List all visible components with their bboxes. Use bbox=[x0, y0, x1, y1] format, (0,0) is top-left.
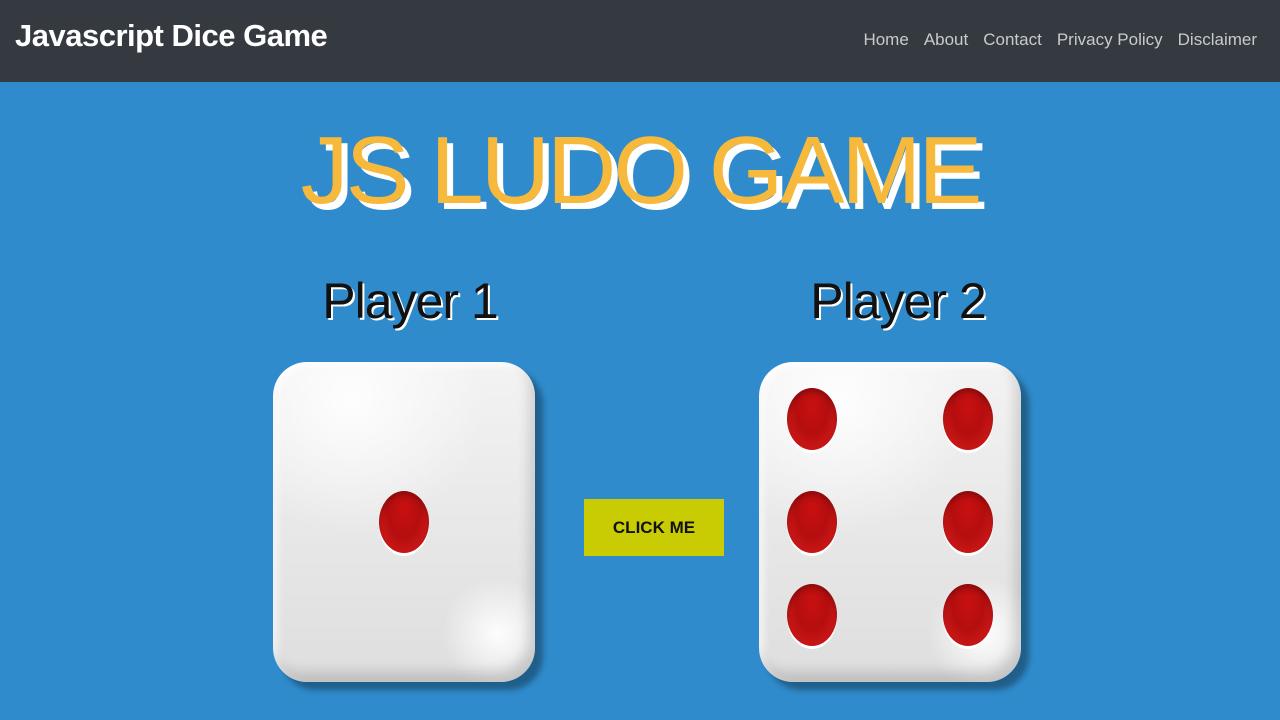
nav-link-contact[interactable]: Contact bbox=[983, 30, 1042, 50]
nav-link-disclaimer[interactable]: Disclaimer bbox=[1178, 30, 1257, 50]
die-pip bbox=[379, 491, 429, 553]
game-title: JS LUDO GAME bbox=[300, 117, 983, 224]
nav-link-privacy-policy[interactable]: Privacy Policy bbox=[1057, 30, 1163, 50]
roll-dice-button[interactable]: CLICK ME bbox=[584, 499, 724, 556]
player-1-label: Player 1 bbox=[322, 273, 498, 329]
nav-link-home[interactable]: Home bbox=[863, 30, 908, 50]
player-2-die bbox=[759, 362, 1021, 682]
die-pip bbox=[943, 388, 993, 450]
die-pip bbox=[787, 388, 837, 450]
die-pip bbox=[943, 584, 993, 646]
navbar-brand[interactable]: Javascript Dice Game bbox=[15, 18, 328, 54]
player-1-die bbox=[273, 362, 535, 682]
player-2-label: Player 2 bbox=[810, 273, 986, 329]
nav-links: Home About Contact Privacy Policy Discla… bbox=[863, 30, 1257, 50]
die-pip bbox=[787, 584, 837, 646]
die-pip bbox=[787, 491, 837, 553]
nav-link-about[interactable]: About bbox=[924, 30, 968, 50]
navbar: Javascript Dice Game Home About Contact … bbox=[0, 0, 1280, 82]
die-pip bbox=[943, 491, 993, 553]
